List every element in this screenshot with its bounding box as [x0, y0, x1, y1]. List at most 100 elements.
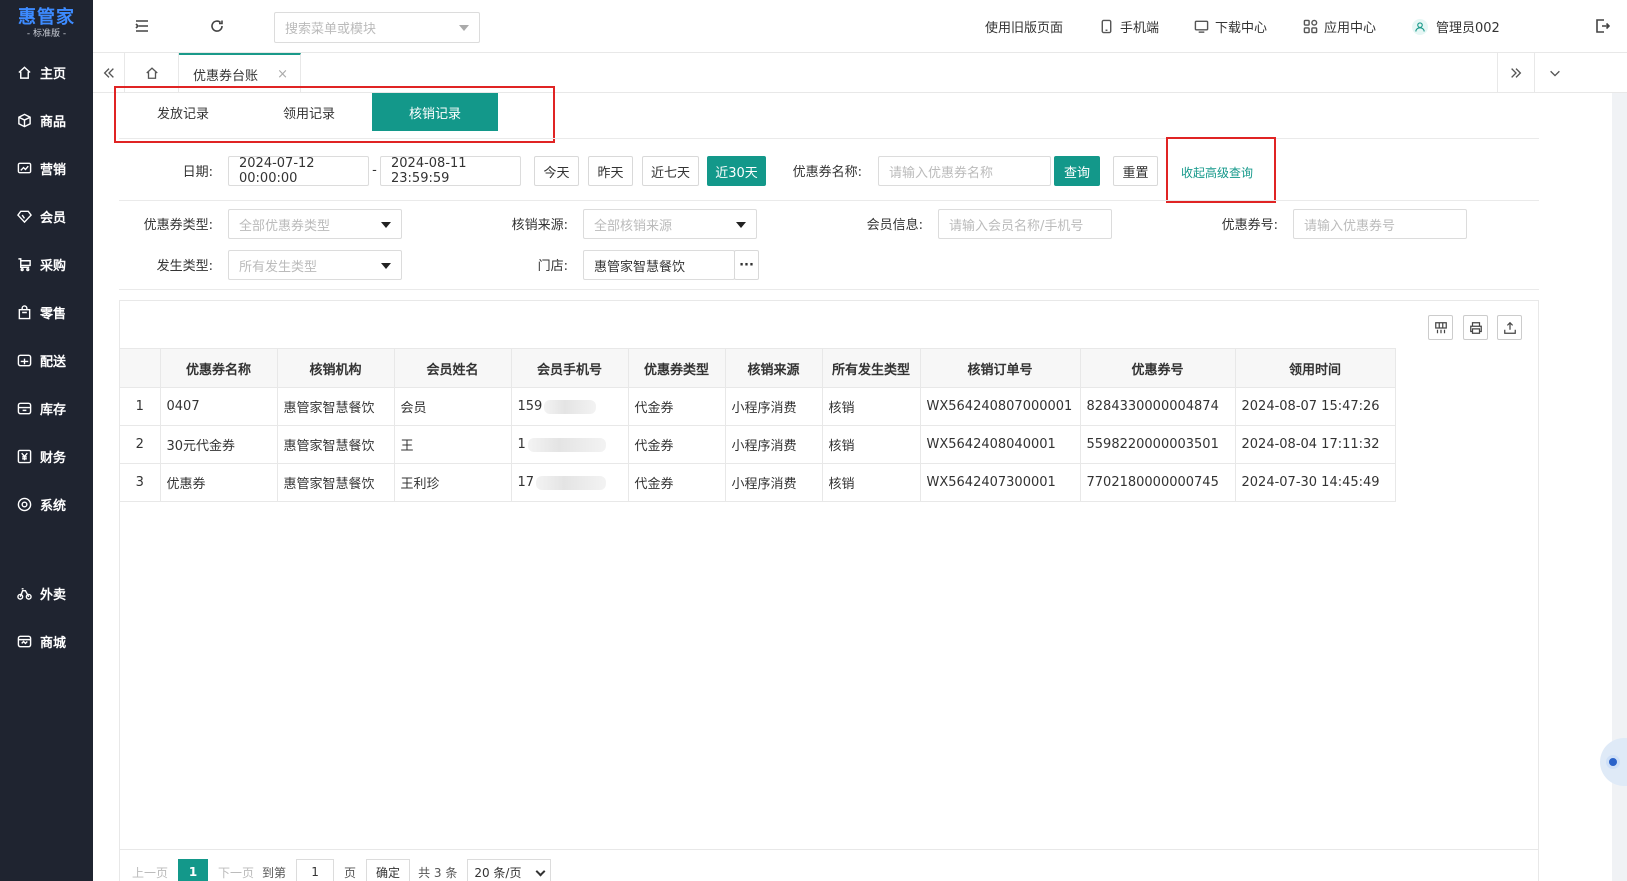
table-row[interactable]: 1 0407 惠管家智慧餐饮 会员 159 代金券 小程序消费 核销 WX564…: [120, 387, 1396, 426]
chevron-down-icon: [736, 222, 746, 228]
table-row[interactable]: 2 30元代金券 惠管家智慧餐饮 王 1 代金券 小程序消费 核销 WX5642…: [120, 425, 1396, 464]
page-size-select[interactable]: 20 条/页: [467, 859, 552, 881]
column-header[interactable]: 核销机构: [277, 348, 395, 388]
coupon-number-label: 优惠券号:: [1221, 218, 1278, 233]
tab-issue-records[interactable]: 发放记录: [120, 93, 246, 131]
cell-coupon-number: 8284330000004874: [1080, 387, 1236, 426]
column-header[interactable]: 优惠券号: [1080, 348, 1236, 388]
column-header[interactable]: 会员手机号: [511, 348, 629, 388]
sidebar-item-goods[interactable]: 商品: [0, 96, 93, 144]
logout-icon[interactable]: [1593, 17, 1611, 35]
chevron-down-icon: [381, 222, 391, 228]
column-header[interactable]: 领用时间: [1235, 348, 1396, 388]
occur-type-select[interactable]: 所有发生类型: [228, 250, 402, 280]
mobile-link[interactable]: 手机端: [1099, 0, 1159, 53]
cell-occur-type: 核销: [822, 387, 921, 426]
today-button[interactable]: 今天: [534, 156, 579, 186]
store-input[interactable]: 惠管家智慧餐饮: [583, 250, 735, 280]
date-end-input[interactable]: 2024-08-11 23:59:59: [380, 156, 521, 186]
coupon-name-input[interactable]: 请输入优惠券名称: [878, 156, 1051, 186]
home-tab[interactable]: [125, 53, 179, 93]
cell-member-name: 王利珍: [394, 463, 512, 502]
assistant-icon: [1606, 755, 1620, 769]
close-icon[interactable]: ×: [277, 67, 288, 82]
table-row[interactable]: 3 优惠券 惠管家智慧餐饮 王利珍 17 代金券 小程序消费 核销 WX5642…: [120, 463, 1396, 502]
sidebar-item-label: 主页: [40, 66, 67, 82]
occur-type-label: 发生类型:: [156, 259, 213, 274]
member-info-input[interactable]: 请输入会员名称/手机号: [938, 209, 1112, 239]
column-header[interactable]: 核销来源: [725, 348, 823, 388]
user-menu[interactable]: 管理员002: [1412, 0, 1500, 53]
tab-coupon-ledger[interactable]: 优惠券台账 ×: [179, 53, 301, 93]
tab-claim-records[interactable]: 领用记录: [246, 93, 372, 131]
sidebar-item-purchase[interactable]: 采购: [0, 240, 93, 288]
prev-page-button[interactable]: 上一页: [132, 864, 168, 881]
column-header[interactable]: 会员姓名: [394, 348, 512, 388]
redaction-blur: [544, 399, 597, 414]
sidebar-item-marketing[interactable]: 营销: [0, 144, 93, 192]
total-count: 共 3 条: [418, 865, 458, 880]
cell-coupon-type: 代金券: [628, 425, 726, 464]
date-label: 日期:: [182, 165, 213, 180]
warehouse-icon: [16, 400, 32, 416]
collapse-advanced-query-link[interactable]: 收起高级查询: [1181, 164, 1253, 181]
sidebar-item-mall[interactable]: 商城: [0, 617, 93, 665]
logo[interactable]: 惠管家 - 标准版 -: [0, 0, 93, 48]
page-number-input[interactable]: 1: [296, 859, 335, 881]
tab-options-button[interactable]: [1535, 53, 1575, 93]
download-center-link[interactable]: 下载中心: [1194, 0, 1267, 53]
yesterday-button[interactable]: 昨天: [588, 156, 633, 186]
sidebar-item-retail[interactable]: 零售: [0, 288, 93, 336]
menu-toggle-icon[interactable]: [133, 17, 151, 35]
old-version-link[interactable]: 使用旧版页面: [985, 0, 1063, 53]
sidebar-item-takeout[interactable]: 外卖: [0, 569, 93, 617]
bag-icon: [16, 304, 32, 320]
current-page-button[interactable]: 1: [178, 859, 209, 881]
records-table-panel: 优惠券名称 核销机构 会员姓名 会员手机号 优惠券类型 核销来源 所有发生类型 …: [119, 300, 1539, 850]
goto-label: 到第: [262, 865, 287, 880]
sidebar-item-system[interactable]: 系统: [0, 480, 93, 528]
query-button[interactable]: 查询: [1054, 156, 1100, 186]
print-button[interactable]: [1463, 315, 1488, 340]
export-button[interactable]: [1497, 315, 1522, 340]
columns-icon: [1434, 321, 1447, 333]
coupon-type-select[interactable]: 全部优惠券类型: [228, 209, 402, 239]
store-picker-button[interactable]: ···: [734, 250, 759, 280]
redaction-blur: [527, 437, 606, 452]
phone-visible: 1: [517, 437, 526, 452]
goto-confirm-button[interactable]: 确定: [366, 859, 411, 881]
divider: [119, 289, 1539, 290]
page-size-value: 20 条/页: [474, 865, 522, 880]
collapse-tabs-button[interactable]: [93, 53, 125, 93]
cell-coupon-name: 0407: [160, 387, 278, 426]
truck-icon: [16, 352, 32, 368]
menu-search-input[interactable]: 搜索菜单或模块: [274, 12, 480, 43]
date-start-input[interactable]: 2024-07-12 00:00:00: [228, 156, 369, 186]
last-7-days-button[interactable]: 近七天: [642, 156, 699, 186]
app-center-link[interactable]: 应用中心: [1303, 0, 1376, 53]
scroll-tabs-right-button[interactable]: [1497, 53, 1535, 93]
reset-button[interactable]: 重置: [1113, 156, 1158, 186]
redeem-source-select[interactable]: 全部核销来源: [583, 209, 757, 239]
column-header[interactable]: 所有发生类型: [822, 348, 921, 388]
sidebar-item-member[interactable]: 会员: [0, 192, 93, 240]
column-settings-button[interactable]: [1428, 315, 1453, 340]
column-header[interactable]: 优惠券类型: [628, 348, 726, 388]
coupon-number-input[interactable]: 请输入优惠券号: [1293, 209, 1467, 239]
sidebar-item-home[interactable]: 主页: [0, 48, 93, 96]
column-header[interactable]: 优惠券名称: [160, 348, 278, 388]
next-page-button[interactable]: 下一页: [218, 864, 254, 881]
member-info-label: 会员信息:: [866, 218, 923, 233]
sidebar-item-label: 商城: [40, 635, 67, 651]
sidebar-item-label: 财务: [40, 450, 67, 466]
logo-edition: - 标准版 -: [26, 29, 67, 39]
sidebar-item-inventory[interactable]: 库存: [0, 384, 93, 432]
column-header[interactable]: 核销订单号: [920, 348, 1081, 388]
cell-claim-time: 2024-08-07 15:47:26: [1235, 387, 1396, 426]
cell-order-number: WX5642407300001: [920, 463, 1081, 502]
sidebar-item-delivery[interactable]: 配送: [0, 336, 93, 384]
last-30-days-button[interactable]: 近30天: [707, 156, 766, 186]
sidebar-item-finance[interactable]: 财务: [0, 432, 93, 480]
tab-redeem-records[interactable]: 核销记录: [372, 93, 498, 131]
refresh-icon[interactable]: [208, 17, 226, 35]
